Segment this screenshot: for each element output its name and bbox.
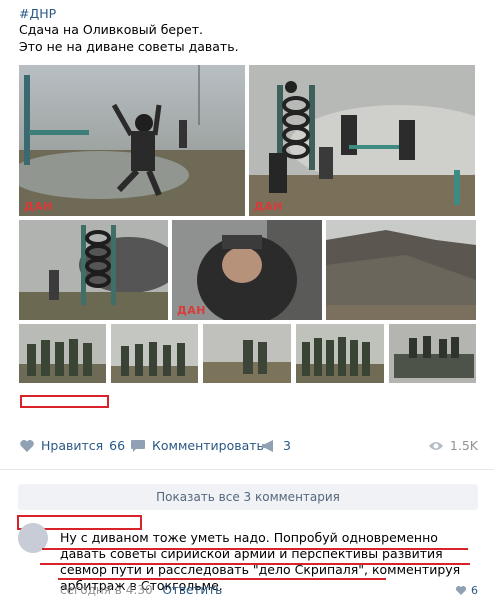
views-count: 1.5K (449, 438, 478, 453)
heart-icon (455, 586, 467, 595)
like-label: Нравится (41, 438, 104, 453)
like-count: 66 (109, 438, 126, 453)
post-action-bar: Нравится 66 Комментировать 3 1.5K (0, 432, 494, 460)
comment-icon (131, 439, 145, 452)
watermark: ДАН (24, 200, 54, 213)
reply-link[interactable]: Ответить (162, 583, 222, 597)
divider (0, 469, 494, 470)
watermark: ДАН (254, 200, 284, 213)
share-button[interactable]: 3 (261, 438, 291, 453)
comment-button[interactable]: Комментировать (130, 438, 264, 453)
highlight-underline (58, 578, 386, 580)
megaphone-icon (262, 439, 273, 452)
photo-5[interactable] (326, 220, 476, 320)
views-counter: 1.5K (428, 438, 478, 453)
comment-label: Комментировать (152, 438, 264, 453)
post-hashtag[interactable]: #ДНР (19, 6, 56, 21)
photo-10[interactable] (389, 324, 476, 383)
watermark: ДАН (177, 304, 207, 317)
photo-2[interactable]: ДАН (249, 65, 475, 216)
comment-like-button[interactable]: 6 (455, 584, 478, 597)
photo-4[interactable]: ДАН (172, 220, 322, 320)
photo-1[interactable]: ДАН (19, 65, 245, 216)
eye-icon (428, 441, 443, 450)
comment-like-count: 6 (471, 584, 478, 597)
photo-3[interactable] (19, 220, 168, 320)
highlight-underline (40, 563, 470, 565)
highlight-underline (42, 548, 468, 550)
photo-8[interactable] (203, 324, 291, 383)
comment-meta: сегодня в 4:30 Ответить (60, 583, 222, 597)
show-all-comments-button[interactable]: Показать все 3 комментария (18, 484, 478, 510)
heart-icon (20, 439, 34, 452)
share-count: 3 (283, 438, 291, 453)
like-button[interactable]: Нравится 66 (19, 438, 125, 453)
photo-7[interactable] (111, 324, 198, 383)
photo-9[interactable] (296, 324, 384, 383)
post-text-line-2: Это не на диване советы давать. (19, 39, 239, 54)
post-text-line-1: Сдача на Оливковый берет. (19, 22, 203, 37)
photo-6[interactable] (19, 324, 106, 383)
comment-time[interactable]: сегодня в 4:30 (60, 583, 153, 597)
redaction-box (20, 395, 109, 408)
